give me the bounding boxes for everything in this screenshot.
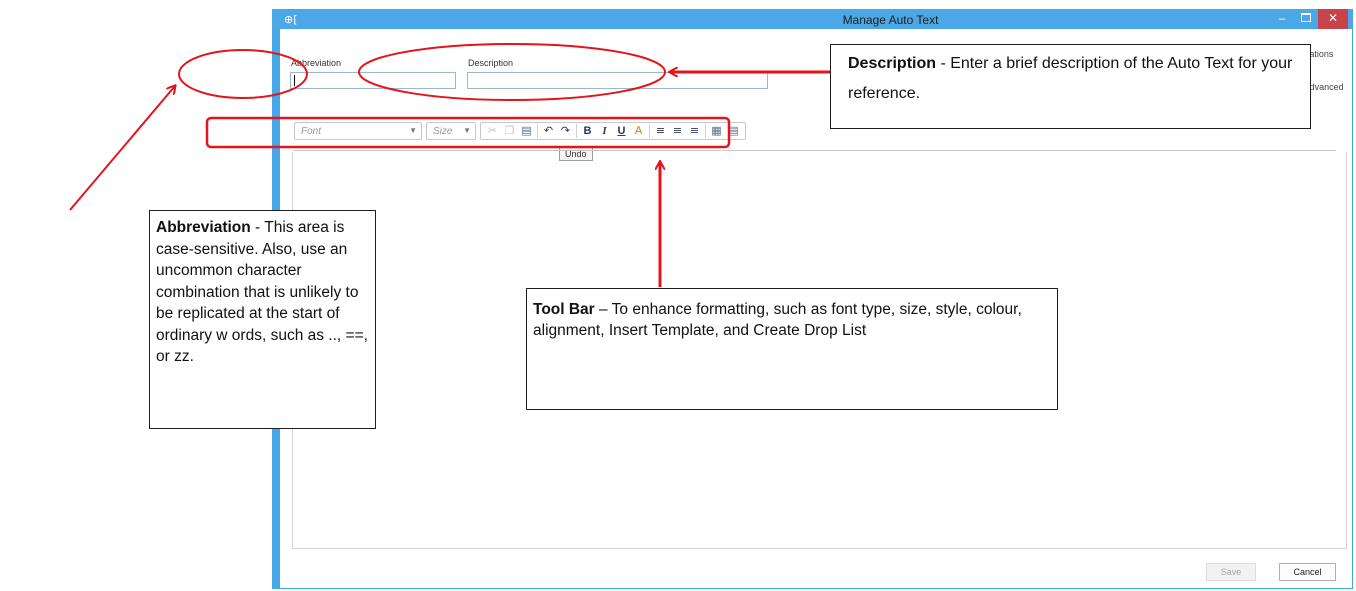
- close-button[interactable]: ✕: [1318, 9, 1348, 29]
- description-input[interactable]: [467, 72, 768, 89]
- window-title-wrap: Manage Auto Text: [0, 13, 1356, 27]
- abbreviation-callout-text: - This area is case-sensitive. Also, use…: [156, 219, 368, 365]
- redo-icon[interactable]: ↷: [557, 123, 574, 139]
- minimize-button[interactable]: –: [1272, 10, 1292, 28]
- toolbar-callout-heading: Tool Bar: [533, 301, 595, 318]
- close-icon: ✕: [1327, 11, 1339, 25]
- cut-icon[interactable]: ✂: [484, 123, 501, 139]
- maximize-icon: [1301, 13, 1311, 22]
- description-callout: Description - Enter a brief description …: [830, 44, 1311, 129]
- italic-icon[interactable]: I: [596, 123, 613, 139]
- toolbar-button-group: ✂ ❐ ▤ ↶ ↷ B I U A ≡ ≡ ≡ ▦ ▤: [480, 122, 746, 140]
- window-title: Manage Auto Text: [842, 13, 939, 27]
- font-select-value: Font: [301, 126, 322, 137]
- abbreviation-callout: Abbreviation - This area is case-sensiti…: [149, 210, 376, 429]
- toolbar-callout: Tool Bar – To enhance formatting, such a…: [526, 288, 1058, 410]
- text-cursor: [294, 75, 295, 86]
- font-color-icon[interactable]: A: [630, 123, 647, 139]
- align-center-icon[interactable]: ≡: [669, 123, 686, 139]
- font-select[interactable]: Font ▼: [294, 122, 422, 140]
- align-left-icon[interactable]: ≡: [652, 123, 669, 139]
- bold-icon[interactable]: B: [579, 123, 596, 139]
- toolbar-divider: [705, 124, 706, 138]
- abbreviation-arrow: [69, 86, 175, 211]
- underline-icon[interactable]: U: [613, 123, 630, 139]
- save-button[interactable]: Save: [1206, 563, 1256, 581]
- editor-toolbar: Font ▼ Size ▼ ✂ ❐ ▤ ↶ ↷ B I U A ≡ ≡ ≡ ▦ …: [294, 120, 750, 142]
- description-callout-heading: Description: [848, 55, 937, 72]
- toolbar-callout-text: – To enhance formatting, such as font ty…: [533, 301, 1022, 339]
- create-drop-list-icon[interactable]: ▤: [725, 123, 742, 139]
- toolbar-divider: [576, 124, 577, 138]
- insert-template-icon[interactable]: ▦: [708, 123, 725, 139]
- maximize-button[interactable]: [1295, 10, 1315, 28]
- abbreviation-callout-heading: Abbreviation: [156, 219, 251, 236]
- toolbar-divider: [649, 124, 650, 138]
- cancel-button[interactable]: Cancel: [1279, 563, 1336, 581]
- toolbar-divider-line: [293, 150, 1336, 151]
- chevron-down-icon: ▼: [463, 126, 471, 135]
- undo-icon[interactable]: ↶: [540, 123, 557, 139]
- toolbar-divider: [537, 124, 538, 138]
- abbreviation-input[interactable]: [290, 72, 456, 89]
- align-right-icon[interactable]: ≡: [686, 123, 703, 139]
- size-select[interactable]: Size ▼: [426, 122, 476, 140]
- description-label: Description: [468, 58, 514, 68]
- paste-icon[interactable]: ▤: [518, 123, 535, 139]
- chevron-down-icon: ▼: [409, 126, 417, 135]
- copy-icon[interactable]: ❐: [501, 123, 518, 139]
- abbreviation-label: Abbreviation: [291, 58, 342, 68]
- minimize-icon: –: [1278, 11, 1286, 25]
- size-select-value: Size: [433, 126, 453, 137]
